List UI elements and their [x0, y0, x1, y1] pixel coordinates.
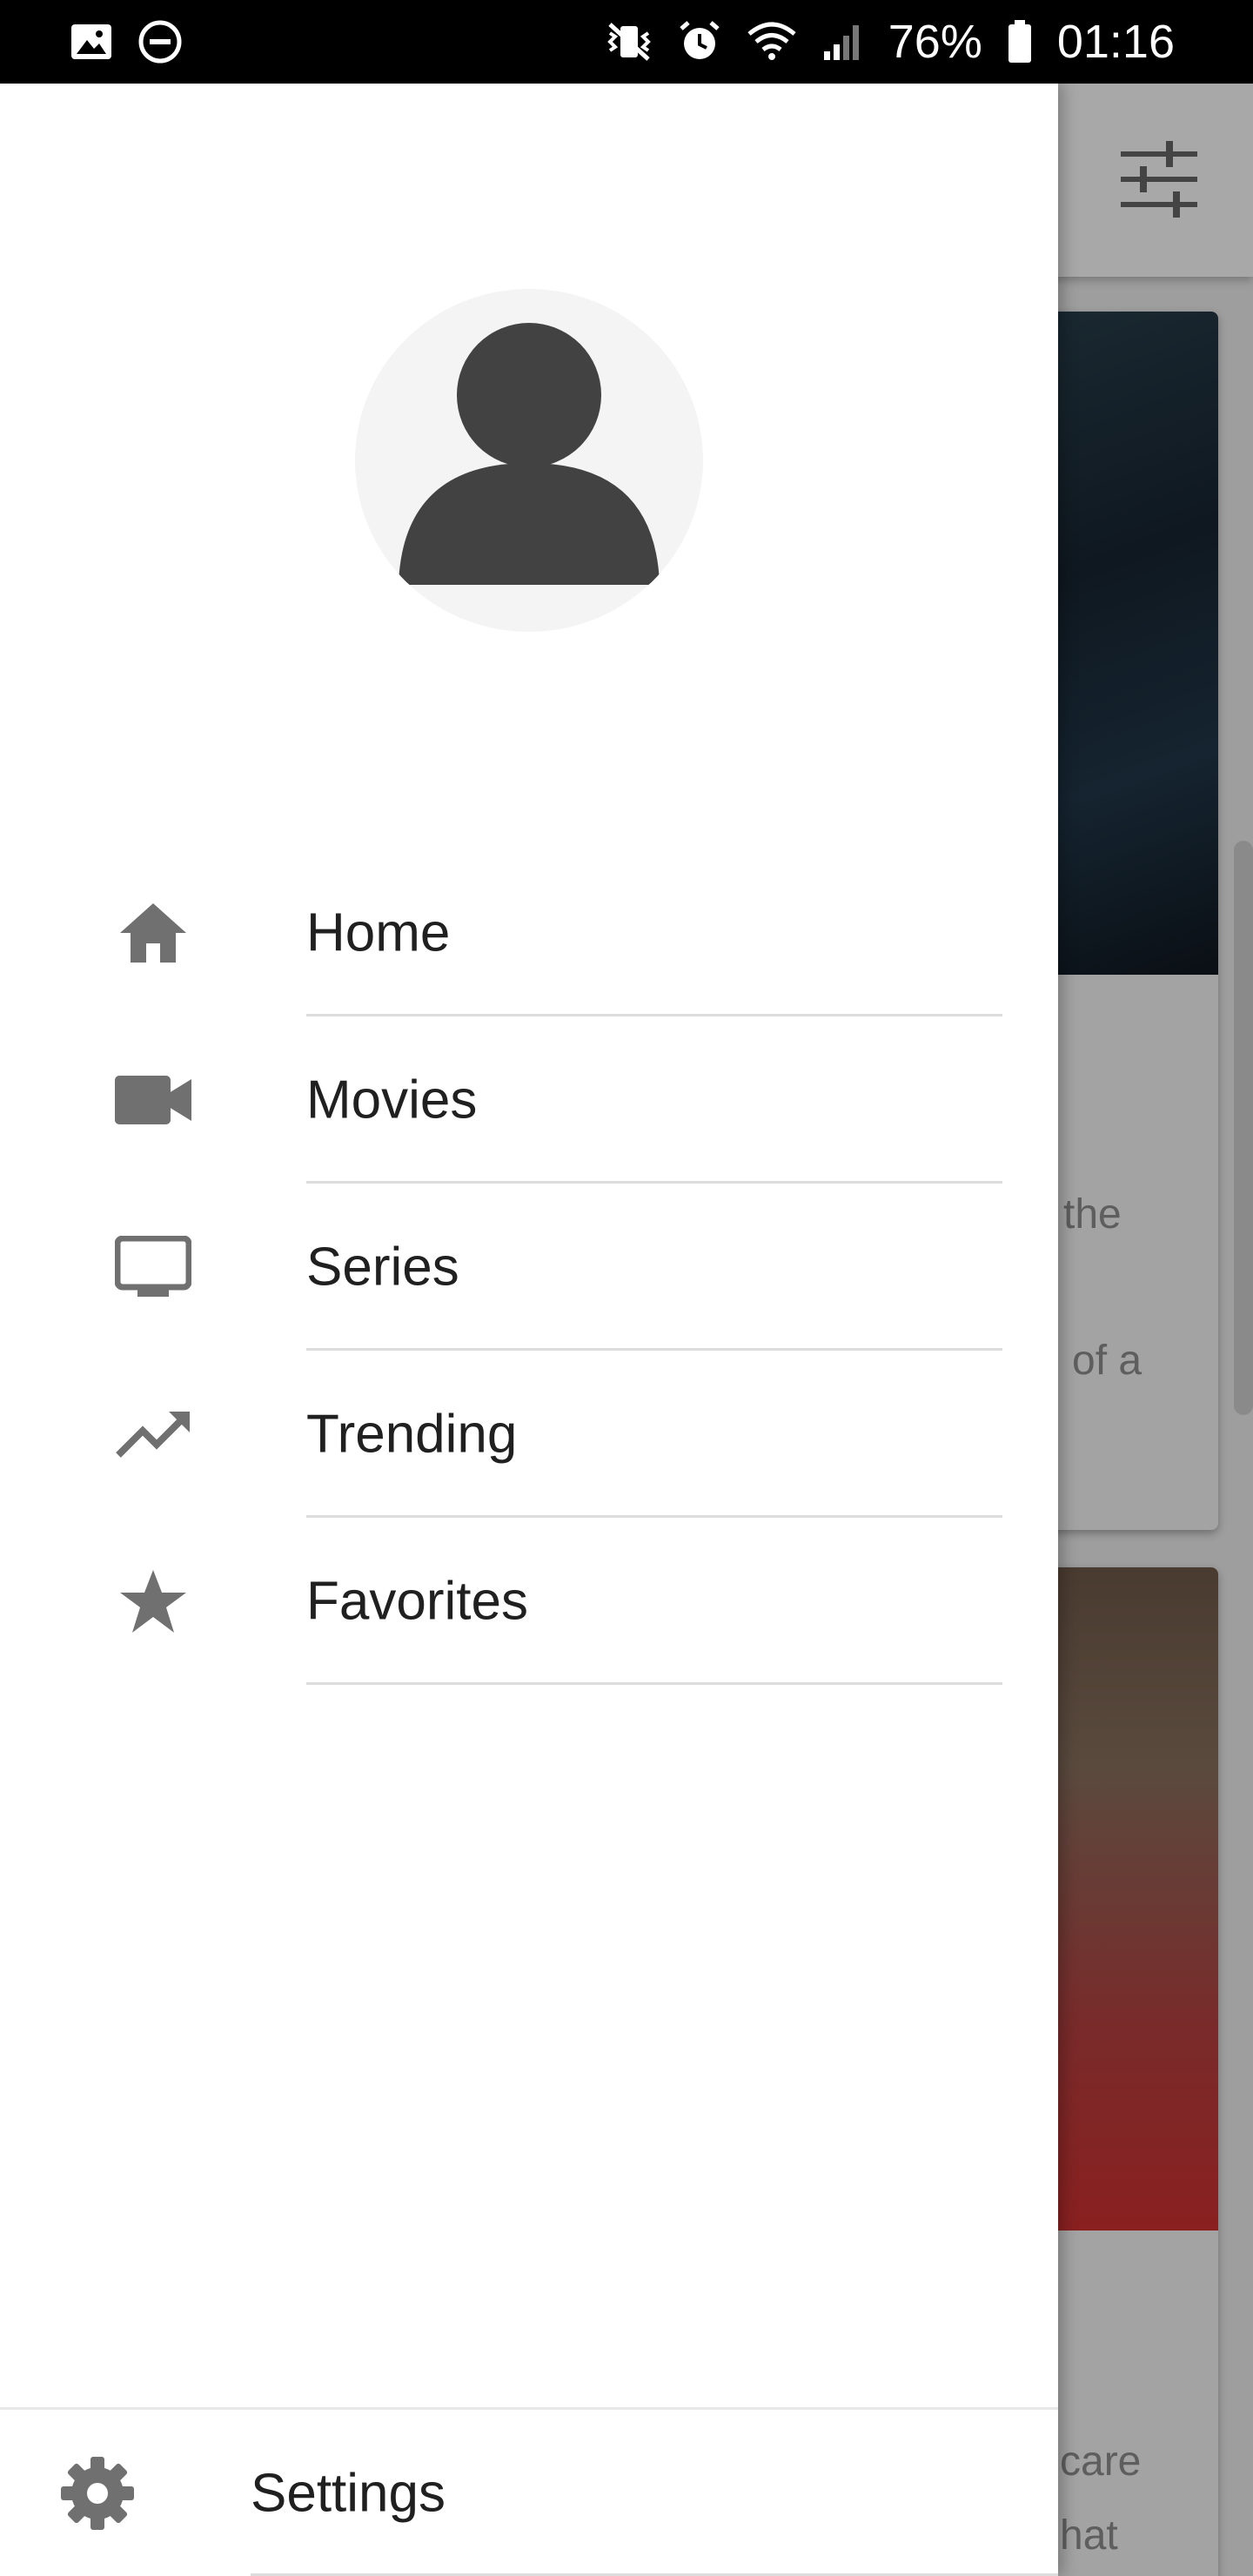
status-right: 76% 01:16 [605, 15, 1175, 69]
tv-icon [111, 1225, 195, 1309]
avatar[interactable] [355, 289, 703, 632]
menu-item-home[interactable]: Home [0, 849, 1058, 1016]
background-card-text: of a [1072, 1338, 1142, 1384]
menu-item-label: Favorites [306, 1571, 528, 1632]
star-icon [111, 1560, 195, 1643]
drawer-menu: Home Movies Series Trending Favorites [0, 849, 1058, 1685]
menu-item-series[interactable]: Series [0, 1184, 1058, 1351]
background-card-text: hat [1060, 2512, 1118, 2559]
status-bar: 76% 01:16 [0, 0, 1253, 84]
background-card-text: the [1063, 1191, 1122, 1238]
home-icon [111, 891, 195, 975]
battery-percent: 76% [888, 16, 982, 68]
menu-item-trending[interactable]: Trending [0, 1351, 1058, 1518]
divider [306, 1682, 1002, 1685]
signal-icon [823, 25, 859, 60]
menu-item-movies[interactable]: Movies [0, 1016, 1058, 1184]
battery-icon [1008, 20, 1031, 63]
do-not-disturb-icon [138, 20, 182, 64]
settings-item[interactable]: Settings [0, 2407, 1058, 2576]
scrollbar[interactable] [1234, 841, 1253, 1415]
person-icon [395, 323, 663, 585]
menu-item-label: Trending [306, 1404, 518, 1465]
menu-item-label: Series [306, 1237, 459, 1298]
videocam-icon [111, 1058, 195, 1142]
wifi-icon [747, 22, 796, 60]
alarm-icon [680, 21, 720, 59]
menu-item-label: Movies [306, 1070, 478, 1130]
gallery-notification-icon [71, 24, 111, 59]
clock: 01:16 [1056, 16, 1175, 68]
status-left [70, 19, 183, 64]
settings-label: Settings [251, 2463, 446, 2523]
trending-up-icon [111, 1392, 195, 1476]
filter-settings-icon[interactable] [1117, 138, 1201, 221]
gear-icon [61, 2456, 134, 2530]
menu-item-favorites[interactable]: Favorites [0, 1518, 1058, 1685]
vibrate-mute-icon [606, 23, 651, 61]
background-card-text: care [1060, 2438, 1142, 2485]
menu-item-label: Home [306, 902, 451, 963]
navigation-drawer: Home Movies Series Trending Favorites Se… [0, 84, 1058, 2576]
